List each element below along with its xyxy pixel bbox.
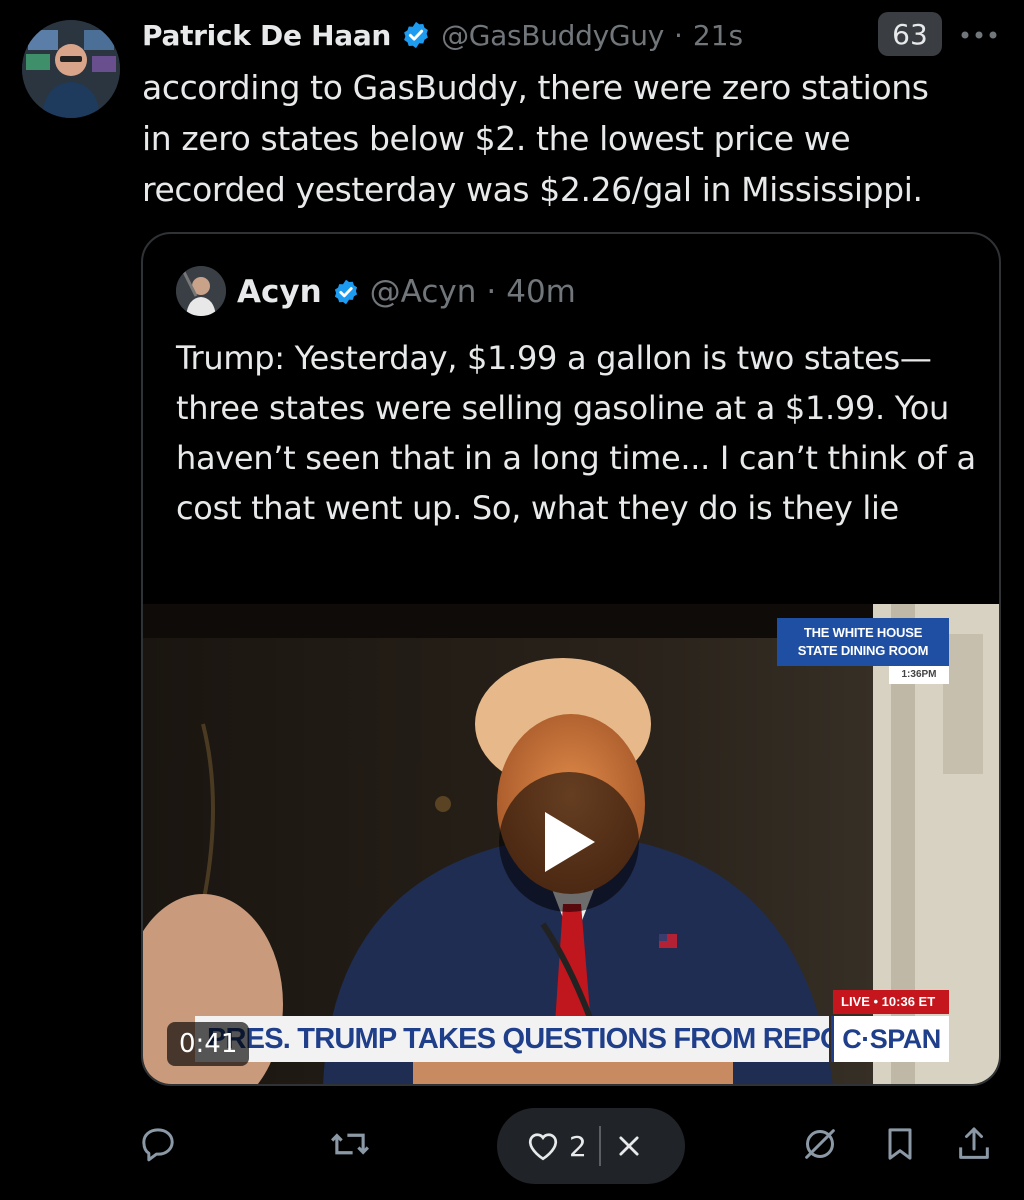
reply-icon <box>142 1128 174 1162</box>
dismiss-button[interactable] <box>615 1132 643 1160</box>
reply-button[interactable] <box>136 1122 180 1166</box>
quoted-author-name[interactable]: Acyn <box>237 274 322 310</box>
repost-icon <box>331 1133 369 1155</box>
author-name[interactable]: Patrick De Haan <box>142 19 391 52</box>
more-options-button[interactable] <box>952 18 1006 52</box>
share-button[interactable] <box>952 1122 996 1166</box>
views-button[interactable] <box>798 1122 842 1166</box>
quoted-author-handle[interactable]: @Acyn <box>370 274 477 310</box>
share-icon <box>959 1127 989 1159</box>
like-pill[interactable]: 2 <box>497 1108 685 1184</box>
post-age[interactable]: 21s <box>693 19 743 52</box>
post-text: according to GasBuddy, there were zero s… <box>142 68 929 209</box>
avatar-photo <box>22 20 120 118</box>
play-button[interactable] <box>499 772 639 912</box>
repost-button[interactable] <box>328 1122 372 1166</box>
news-ticker: PRES. TRUMP TAKES QUESTIONS FROM REPORTE… <box>195 1016 829 1062</box>
separator-dot: · <box>674 18 683 52</box>
location-line-1: THE WHITE HOUSE <box>803 625 923 640</box>
quoted-post-card[interactable]: Acyn @Acyn · 40m Trump: Yesterday, $1.99… <box>141 232 1001 1086</box>
quoted-post-age[interactable]: 40m <box>506 274 576 310</box>
action-bar: 2 <box>0 1100 1024 1190</box>
location-time: 1:36PM <box>889 666 949 684</box>
author-handle[interactable]: @GasBuddyGuy <box>441 19 664 52</box>
bookmark-button[interactable] <box>878 1122 922 1166</box>
heart-icon <box>528 1133 558 1161</box>
pill-divider <box>598 1126 601 1166</box>
location-line-2: STATE DINING ROOM <box>797 643 929 658</box>
video-player[interactable]: THE WHITE HOUSE STATE DINING ROOM 1:36PM… <box>143 604 999 1084</box>
avatar-photo <box>176 266 226 316</box>
author-avatar[interactable] <box>22 20 120 118</box>
more-dots-icon <box>961 31 997 39</box>
quoted-author-avatar[interactable] <box>176 266 226 316</box>
network-logo: C·SPAN <box>831 1016 949 1062</box>
close-icon <box>619 1136 639 1156</box>
views-off-icon <box>805 1129 835 1159</box>
play-icon <box>545 812 595 872</box>
view-count-badge: 63 <box>878 12 942 56</box>
separator-dot: · <box>486 274 497 310</box>
quoted-post-text: Trump: Yesterday, $1.99 a gallon is two … <box>176 339 976 527</box>
video-duration: 0:41 <box>167 1022 250 1066</box>
live-indicator: LIVE • 10:36 ET <box>833 990 949 1014</box>
verified-badge-icon <box>334 279 357 305</box>
bookmark-icon <box>888 1128 912 1160</box>
verified-badge-icon <box>404 21 428 49</box>
location-overlay: THE WHITE HOUSE STATE DINING ROOM <box>777 618 949 666</box>
like-count: 2 <box>569 1129 587 1163</box>
